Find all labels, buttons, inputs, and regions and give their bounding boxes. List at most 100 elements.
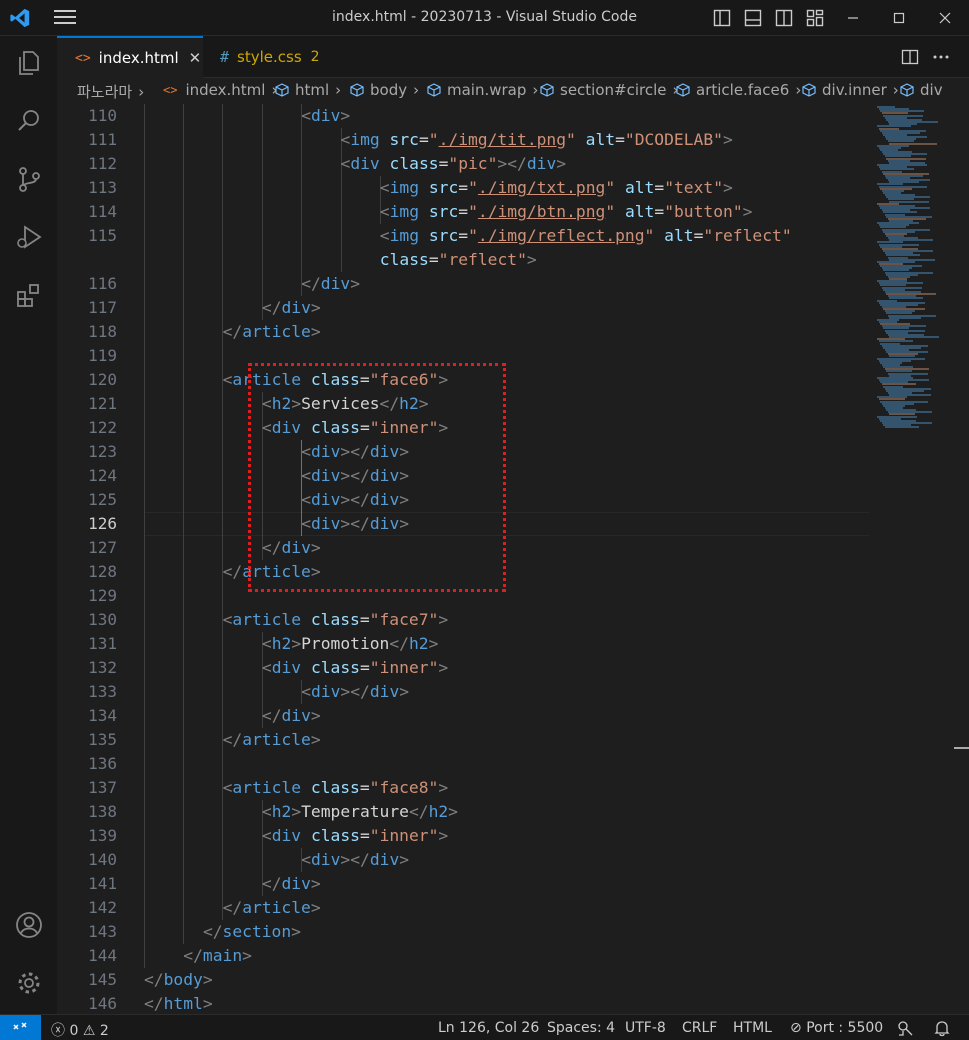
close-tab-icon[interactable]: ✕ bbox=[189, 49, 202, 67]
element-icon bbox=[540, 83, 554, 97]
html-file-icon: <> bbox=[75, 50, 91, 66]
breadcrumb-item[interactable]: body › bbox=[350, 81, 419, 99]
line-number: 124 bbox=[88, 466, 117, 485]
account-icon[interactable] bbox=[14, 910, 44, 940]
close-window-icon[interactable] bbox=[935, 8, 955, 28]
toggle-secondary-sidebar-icon[interactable] bbox=[775, 9, 793, 27]
code-line[interactable]: </div> bbox=[262, 872, 321, 896]
line-number: 120 bbox=[88, 370, 117, 389]
code-line[interactable]: <img src="./img/reflect.png" alt="reflec… bbox=[380, 224, 792, 248]
problems-indicator[interactable]: ⓧ 0 ⚠ 2 bbox=[51, 1020, 109, 1040]
line-number: 117 bbox=[88, 298, 117, 317]
code-line[interactable]: </main> bbox=[183, 944, 252, 968]
code-line[interactable]: </div> bbox=[301, 272, 360, 296]
line-number: 135 bbox=[88, 730, 117, 749]
element-icon bbox=[900, 83, 914, 97]
html-file-icon: <> bbox=[163, 83, 178, 97]
settings-gear-icon[interactable] bbox=[14, 968, 44, 998]
code-line[interactable]: </html> bbox=[144, 992, 213, 1014]
code-line[interactable]: <div></div> bbox=[301, 848, 409, 872]
indent-guide bbox=[183, 104, 184, 944]
eol-setting[interactable]: CRLF bbox=[682, 1020, 717, 1036]
tab-style-css[interactable]: # style.css 2 bbox=[204, 36, 330, 78]
code-line[interactable]: <article class="face8"> bbox=[223, 776, 449, 800]
search-icon[interactable] bbox=[14, 106, 44, 136]
run-debug-icon[interactable] bbox=[14, 222, 44, 252]
code-line[interactable]: <img src="./img/txt.png" alt="text"> bbox=[380, 176, 733, 200]
code-line[interactable]: <div class="pic"></div> bbox=[341, 152, 567, 176]
code-line[interactable]: <div class="inner"> bbox=[262, 824, 448, 848]
extensions-icon[interactable] bbox=[14, 280, 44, 310]
error-icon: ⓧ bbox=[51, 1023, 65, 1039]
split-editor-icon[interactable] bbox=[900, 47, 920, 67]
scrollbar-position-marker[interactable] bbox=[954, 747, 969, 749]
code-line[interactable]: <img src="./img/tit.png" alt="DCODELAB"> bbox=[341, 128, 733, 152]
line-number: 132 bbox=[88, 658, 117, 677]
code-line[interactable]: </div> bbox=[262, 296, 321, 320]
element-icon bbox=[427, 83, 441, 97]
breadcrumb-item[interactable]: section#circle › bbox=[540, 81, 679, 99]
code-line[interactable]: <div class="inner"> bbox=[262, 656, 448, 680]
code-line[interactable]: </div> bbox=[262, 704, 321, 728]
minimap[interactable] bbox=[869, 104, 969, 1014]
title-bar: index.html - 20230713 - Visual Studio Co… bbox=[0, 0, 969, 36]
line-number: 130 bbox=[88, 610, 117, 629]
customize-layout-icon[interactable] bbox=[806, 9, 824, 27]
breadcrumb-item[interactable]: html › bbox=[275, 81, 341, 99]
code-line[interactable]: <div> bbox=[301, 104, 350, 128]
toggle-primary-sidebar-icon[interactable] bbox=[713, 9, 731, 27]
code-line[interactable]: </body> bbox=[144, 968, 213, 992]
line-number: 118 bbox=[88, 322, 117, 341]
breadcrumb-item[interactable]: main.wrap › bbox=[427, 81, 538, 99]
chevron-right-icon: › bbox=[335, 81, 342, 99]
code-line[interactable]: <article class="face7"> bbox=[223, 608, 449, 632]
code-line[interactable]: <h2>Promotion</h2> bbox=[262, 632, 439, 656]
remote-icon bbox=[13, 1022, 27, 1030]
live-server-port[interactable]: ⊘ Port : 5500 bbox=[790, 1020, 883, 1036]
tab-label: index.html bbox=[98, 49, 179, 67]
breadcrumb-item[interactable]: div.inner › bbox=[802, 81, 899, 99]
breadcrumb-item[interactable]: 파노라마 › bbox=[77, 81, 144, 102]
explorer-icon[interactable] bbox=[14, 48, 44, 78]
breadcrumb-item[interactable]: <> index.html › bbox=[163, 81, 277, 99]
chevron-right-icon: › bbox=[892, 81, 899, 99]
encoding-setting[interactable]: UTF-8 bbox=[625, 1020, 666, 1036]
line-number: 136 bbox=[88, 754, 117, 773]
language-mode[interactable]: HTML bbox=[733, 1020, 772, 1036]
indentation-setting[interactable]: Spaces: 4 bbox=[547, 1020, 615, 1036]
code-line[interactable]: <h2>Temperature</h2> bbox=[262, 800, 458, 824]
minimize-icon[interactable] bbox=[843, 8, 863, 28]
problem-count-badge: 2 bbox=[310, 49, 320, 65]
code-line[interactable]: <div></div> bbox=[301, 680, 409, 704]
code-line[interactable]: </section> bbox=[203, 920, 301, 944]
chevron-right-icon: › bbox=[532, 81, 539, 99]
copilot-icon[interactable] bbox=[897, 1020, 914, 1037]
code-editor[interactable]: 110 111 112 113 114 115 116 117 118 119 … bbox=[57, 104, 969, 1014]
line-number-current: 126 bbox=[88, 514, 117, 533]
code-line[interactable]: </article> bbox=[223, 320, 321, 344]
cursor-position[interactable]: Ln 126, Col 26 bbox=[438, 1020, 539, 1036]
tab-index-html[interactable]: <> index.html ✕ bbox=[57, 36, 203, 78]
more-actions-icon[interactable] bbox=[931, 47, 951, 67]
code-line[interactable]: class="reflect"> bbox=[380, 248, 537, 272]
line-number: 128 bbox=[88, 562, 117, 581]
line-number: 112 bbox=[88, 154, 117, 173]
breadcrumb-item[interactable]: div bbox=[900, 81, 943, 99]
notifications-bell-icon[interactable] bbox=[934, 1020, 950, 1037]
line-number: 111 bbox=[88, 130, 117, 149]
code-line[interactable]: <img src="./img/btn.png" alt="button"> bbox=[380, 200, 753, 224]
code-line[interactable]: </article> bbox=[223, 728, 321, 752]
source-control-icon[interactable] bbox=[14, 164, 44, 194]
remote-button[interactable] bbox=[0, 1015, 41, 1040]
line-number: 113 bbox=[88, 178, 117, 197]
line-number: 143 bbox=[88, 922, 117, 941]
maximize-icon[interactable] bbox=[889, 8, 909, 28]
line-number: 114 bbox=[88, 202, 117, 221]
code-line[interactable]: </article> bbox=[223, 896, 321, 920]
chevron-right-icon: › bbox=[413, 81, 420, 99]
chevron-right-icon: › bbox=[795, 81, 802, 99]
line-number: 145 bbox=[88, 970, 117, 989]
toggle-panel-icon[interactable] bbox=[744, 9, 762, 27]
breadcrumb-item[interactable]: article.face6 › bbox=[676, 81, 801, 99]
line-number: 110 bbox=[88, 106, 117, 125]
